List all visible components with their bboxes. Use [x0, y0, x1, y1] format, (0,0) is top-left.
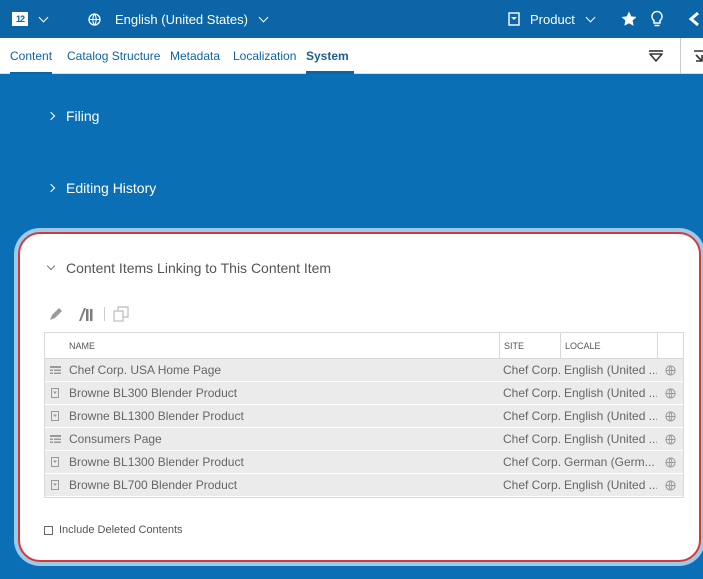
table-row[interactable]: Chef Corp. USA Home Page Chef Corp. Engl… [45, 359, 683, 382]
chevron-down-icon [585, 12, 596, 22]
row-locale: German (Germ... [564, 455, 655, 469]
tab-catalog-structure[interactable]: Catalog Structure [67, 38, 160, 74]
product-icon [45, 480, 65, 490]
section-title: Editing History [66, 180, 157, 196]
page-icon [45, 365, 65, 375]
chevron-right-icon [46, 111, 56, 121]
globe-icon [657, 474, 683, 496]
row-name: Consumers Page [69, 432, 162, 446]
table-row[interactable]: Browne BL700 Blender Product Chef Corp. … [45, 474, 683, 497]
row-site: Chef Corp. [503, 363, 560, 377]
row-name: Chef Corp. USA Home Page [69, 363, 222, 377]
row-site: Chef Corp. [503, 432, 560, 446]
row-site: Chef Corp. [503, 478, 560, 492]
favorites-button[interactable] [620, 0, 638, 38]
row-locale: English (United ... [564, 409, 657, 423]
tab-metadata[interactable]: Metadata [170, 38, 220, 74]
table-row[interactable]: Browne BL1300 Blender Product Chef Corp.… [45, 451, 683, 474]
row-site: Chef Corp. [503, 386, 560, 400]
star-icon [621, 11, 637, 26]
table-row[interactable]: Consumers Page Chef Corp. English (Unite… [45, 428, 683, 451]
language-switcher[interactable]: English (United States) [88, 0, 269, 38]
expand-all-button[interactable] [680, 38, 703, 74]
tab-label: Metadata [170, 49, 221, 63]
column-header-extra [657, 333, 683, 358]
include-deleted-checkbox[interactable] [44, 525, 53, 535]
product-icon [45, 411, 65, 421]
globe-icon [657, 405, 683, 427]
panel-header[interactable]: Content Items Linking to This Content It… [46, 260, 332, 276]
row-locale: English (United ... [564, 478, 657, 492]
edit-pencil-icon[interactable] [48, 306, 64, 322]
top-bar: 12 English (United States) Product [0, 0, 703, 38]
include-deleted-toggle[interactable]: Include Deleted Contents [44, 524, 183, 536]
collapse-button[interactable] [688, 0, 700, 38]
globe-icon [657, 428, 683, 450]
collapse-all-button[interactable] [648, 38, 664, 74]
chevron-down-icon [46, 261, 56, 271]
tab-label: System [306, 49, 349, 63]
row-locale: English (United ... [564, 363, 657, 377]
include-deleted-label: Include Deleted Contents [59, 524, 183, 536]
tab-label: Localization [233, 49, 297, 63]
row-locale: English (United ... [564, 432, 657, 446]
tabs-bar: Content Catalog Structure Metadata Local… [0, 38, 703, 74]
tab-content[interactable]: Content [10, 38, 53, 74]
collapse-all-icon [649, 50, 663, 62]
chevron-left-icon [688, 11, 699, 27]
workspace-switcher[interactable]: 12 [12, 0, 49, 38]
section-editing-history[interactable]: Editing History [46, 180, 157, 196]
product-icon [45, 457, 65, 467]
tab-localization[interactable]: Localization [233, 38, 296, 74]
chevron-right-icon [46, 183, 56, 193]
globe-icon [88, 12, 101, 26]
linking-items-table: NAME SITE LOCALE Chef Corp. USA Home Pag… [44, 332, 684, 498]
globe-icon [657, 382, 683, 404]
row-locale: English (United ... [564, 386, 657, 400]
panel-title: Content Items Linking to This Content It… [66, 260, 332, 276]
row-site: Chef Corp. [503, 455, 560, 469]
row-name: Browne BL1300 Blender Product [69, 455, 244, 469]
tab-underline [10, 72, 53, 74]
linking-items-panel: Content Items Linking to This Content It… [18, 232, 701, 562]
globe-icon [657, 359, 683, 381]
product-icon [508, 12, 520, 26]
toolbar-divider [104, 307, 105, 321]
row-name: Browne BL300 Blender Product [69, 386, 238, 400]
tab-label: Catalog Structure [67, 49, 161, 63]
workspace-grid-icon: 12 [12, 12, 28, 26]
column-header-site[interactable]: SITE [499, 333, 560, 358]
column-header-locale[interactable]: LOCALE [560, 333, 657, 358]
tab-label: Content [10, 49, 53, 63]
product-switcher[interactable]: Product [508, 0, 596, 38]
library-icon[interactable] [78, 306, 96, 322]
expand-all-icon [694, 50, 703, 62]
panel-toolbar [48, 304, 129, 324]
section-title: Filing [66, 108, 100, 124]
copy-icon[interactable] [113, 306, 129, 322]
table-header: NAME SITE LOCALE [45, 333, 683, 359]
page-icon [45, 434, 65, 444]
lightbulb-icon [651, 10, 663, 27]
column-header-name[interactable]: NAME [65, 341, 499, 351]
language-label: English (United States) [115, 11, 248, 27]
section-filing[interactable]: Filing [46, 108, 100, 124]
row-name: Browne BL1300 Blender Product [69, 409, 244, 423]
globe-icon [657, 451, 683, 473]
row-site: Chef Corp. [503, 409, 560, 423]
product-icon [45, 388, 65, 398]
row-name: Browne BL700 Blender Product [69, 478, 238, 492]
table-row[interactable]: Browne BL300 Blender Product Chef Corp. … [45, 382, 683, 405]
tips-button[interactable] [650, 0, 664, 38]
chevron-down-icon [38, 12, 49, 22]
tab-system[interactable]: System [306, 38, 354, 74]
table-row[interactable]: Browne BL1300 Blender Product Chef Corp.… [45, 405, 683, 428]
product-label: Product [530, 11, 575, 27]
chevron-down-icon [258, 12, 269, 22]
